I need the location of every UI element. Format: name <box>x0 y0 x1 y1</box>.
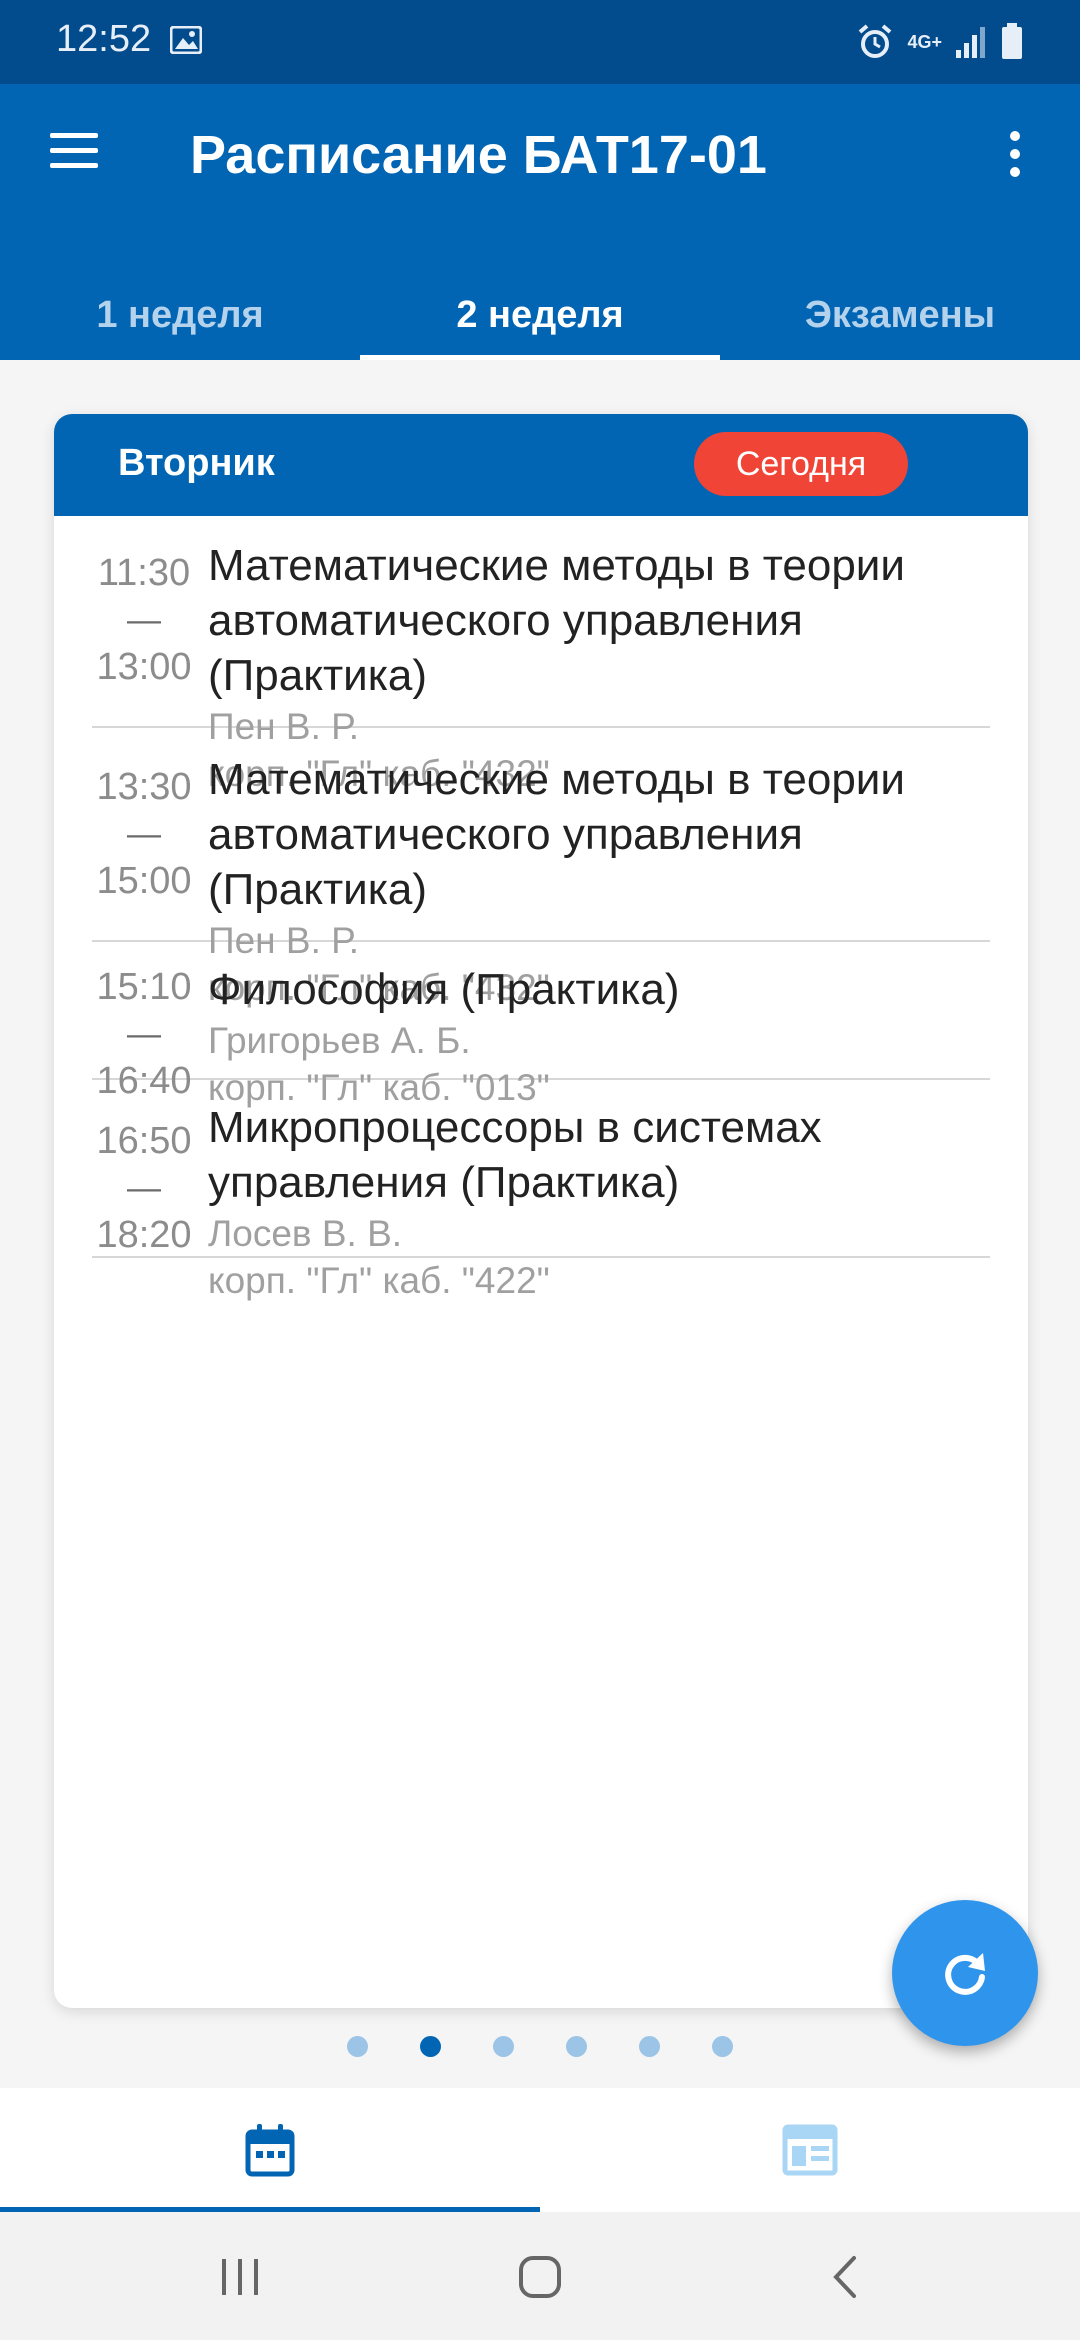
day-label: Вторник <box>118 442 275 484</box>
lesson-item[interactable]: 13:30 — 15:00 Математические методы в те… <box>92 730 990 1008</box>
menu-button[interactable] <box>40 120 110 180</box>
gallery-notification-icon <box>170 26 202 54</box>
home-button[interactable] <box>490 2242 590 2312</box>
refresh-button[interactable] <box>892 1900 1038 2046</box>
lesson-time: 11:30 — 13:00 <box>96 552 192 688</box>
back-icon <box>833 2256 856 2298</box>
lesson-teacher: Григорьев А. Б. <box>208 1020 471 1061</box>
page-dot[interactable] <box>639 2036 660 2057</box>
alarm-icon <box>859 24 892 58</box>
app-bar: Расписание БАТ17-01 1 неделя 2 неделя Эк… <box>0 84 1080 360</box>
lesson-title: Микропроцессоры в системах управления (П… <box>208 1103 822 1207</box>
lesson-teacher: Лосев В. В. <box>208 1213 403 1254</box>
status-time: 12:52 <box>56 18 152 60</box>
tab-week-2[interactable]: 2 неделя <box>360 284 720 360</box>
lesson-title: Философия (Практика) <box>208 965 680 1014</box>
nav-timetable[interactable] <box>540 2088 1080 2212</box>
day-card: Вторник Сегодня 11:30 — 13:00 Математиче… <box>54 414 1028 2008</box>
recent-apps-button[interactable] <box>190 2242 290 2312</box>
nav-schedule[interactable] <box>0 2088 540 2212</box>
today-badge: Сегодня <box>694 432 908 496</box>
lesson-item[interactable]: 16:50 — 18:20 Микропроцессоры в системах… <box>92 1082 990 1301</box>
more-options-button[interactable] <box>990 122 1040 186</box>
page-dot-active[interactable] <box>420 2036 441 2057</box>
lesson-time: 16:50 — 18:20 <box>96 1120 192 1256</box>
battery-icon <box>1002 23 1022 59</box>
tab-week-1[interactable]: 1 неделя <box>0 284 360 360</box>
back-button[interactable] <box>795 2242 895 2312</box>
lesson-title: Математические методы в теории автоматич… <box>208 541 905 700</box>
bottom-navigation <box>0 2088 1080 2212</box>
schedule-table-icon <box>782 2124 838 2176</box>
status-icons: 4G+ <box>855 20 1024 64</box>
home-icon <box>519 2256 561 2298</box>
signal-icon <box>956 27 985 58</box>
page-dot[interactable] <box>566 2036 587 2057</box>
week-tabs: 1 неделя 2 неделя Экзамены <box>0 284 1080 360</box>
lesson-title: Математические методы в теории автоматич… <box>208 755 905 914</box>
page-title: Расписание БАТ17-01 <box>190 125 767 185</box>
page-dot[interactable] <box>493 2036 514 2057</box>
lesson-room: корп. "Гл" каб. "422" <box>208 1260 550 1301</box>
page-dot[interactable] <box>712 2036 733 2057</box>
lesson-item[interactable]: 11:30 — 13:00 Математические методы в те… <box>92 516 990 794</box>
page-dot[interactable] <box>347 2036 368 2057</box>
more-vert-icon <box>1010 131 1020 141</box>
lesson-time: 13:30 — 15:00 <box>96 766 192 902</box>
hamburger-icon <box>50 132 98 138</box>
network-type-label: 4G+ <box>907 32 942 52</box>
refresh-icon <box>945 1953 985 1995</box>
status-bar: 12:52 4G+ <box>0 0 1080 84</box>
system-nav-bar <box>0 2212 1080 2340</box>
tab-exams[interactable]: Экзамены <box>720 284 1080 360</box>
calendar-icon <box>245 2124 295 2177</box>
recent-apps-icon <box>222 2259 258 2295</box>
day-card-header: Вторник Сегодня <box>54 414 1028 516</box>
page-indicator <box>0 2036 1080 2066</box>
lesson-item[interactable]: 15:10 — 16:40 Философия (Практика) Григо… <box>92 944 990 1108</box>
